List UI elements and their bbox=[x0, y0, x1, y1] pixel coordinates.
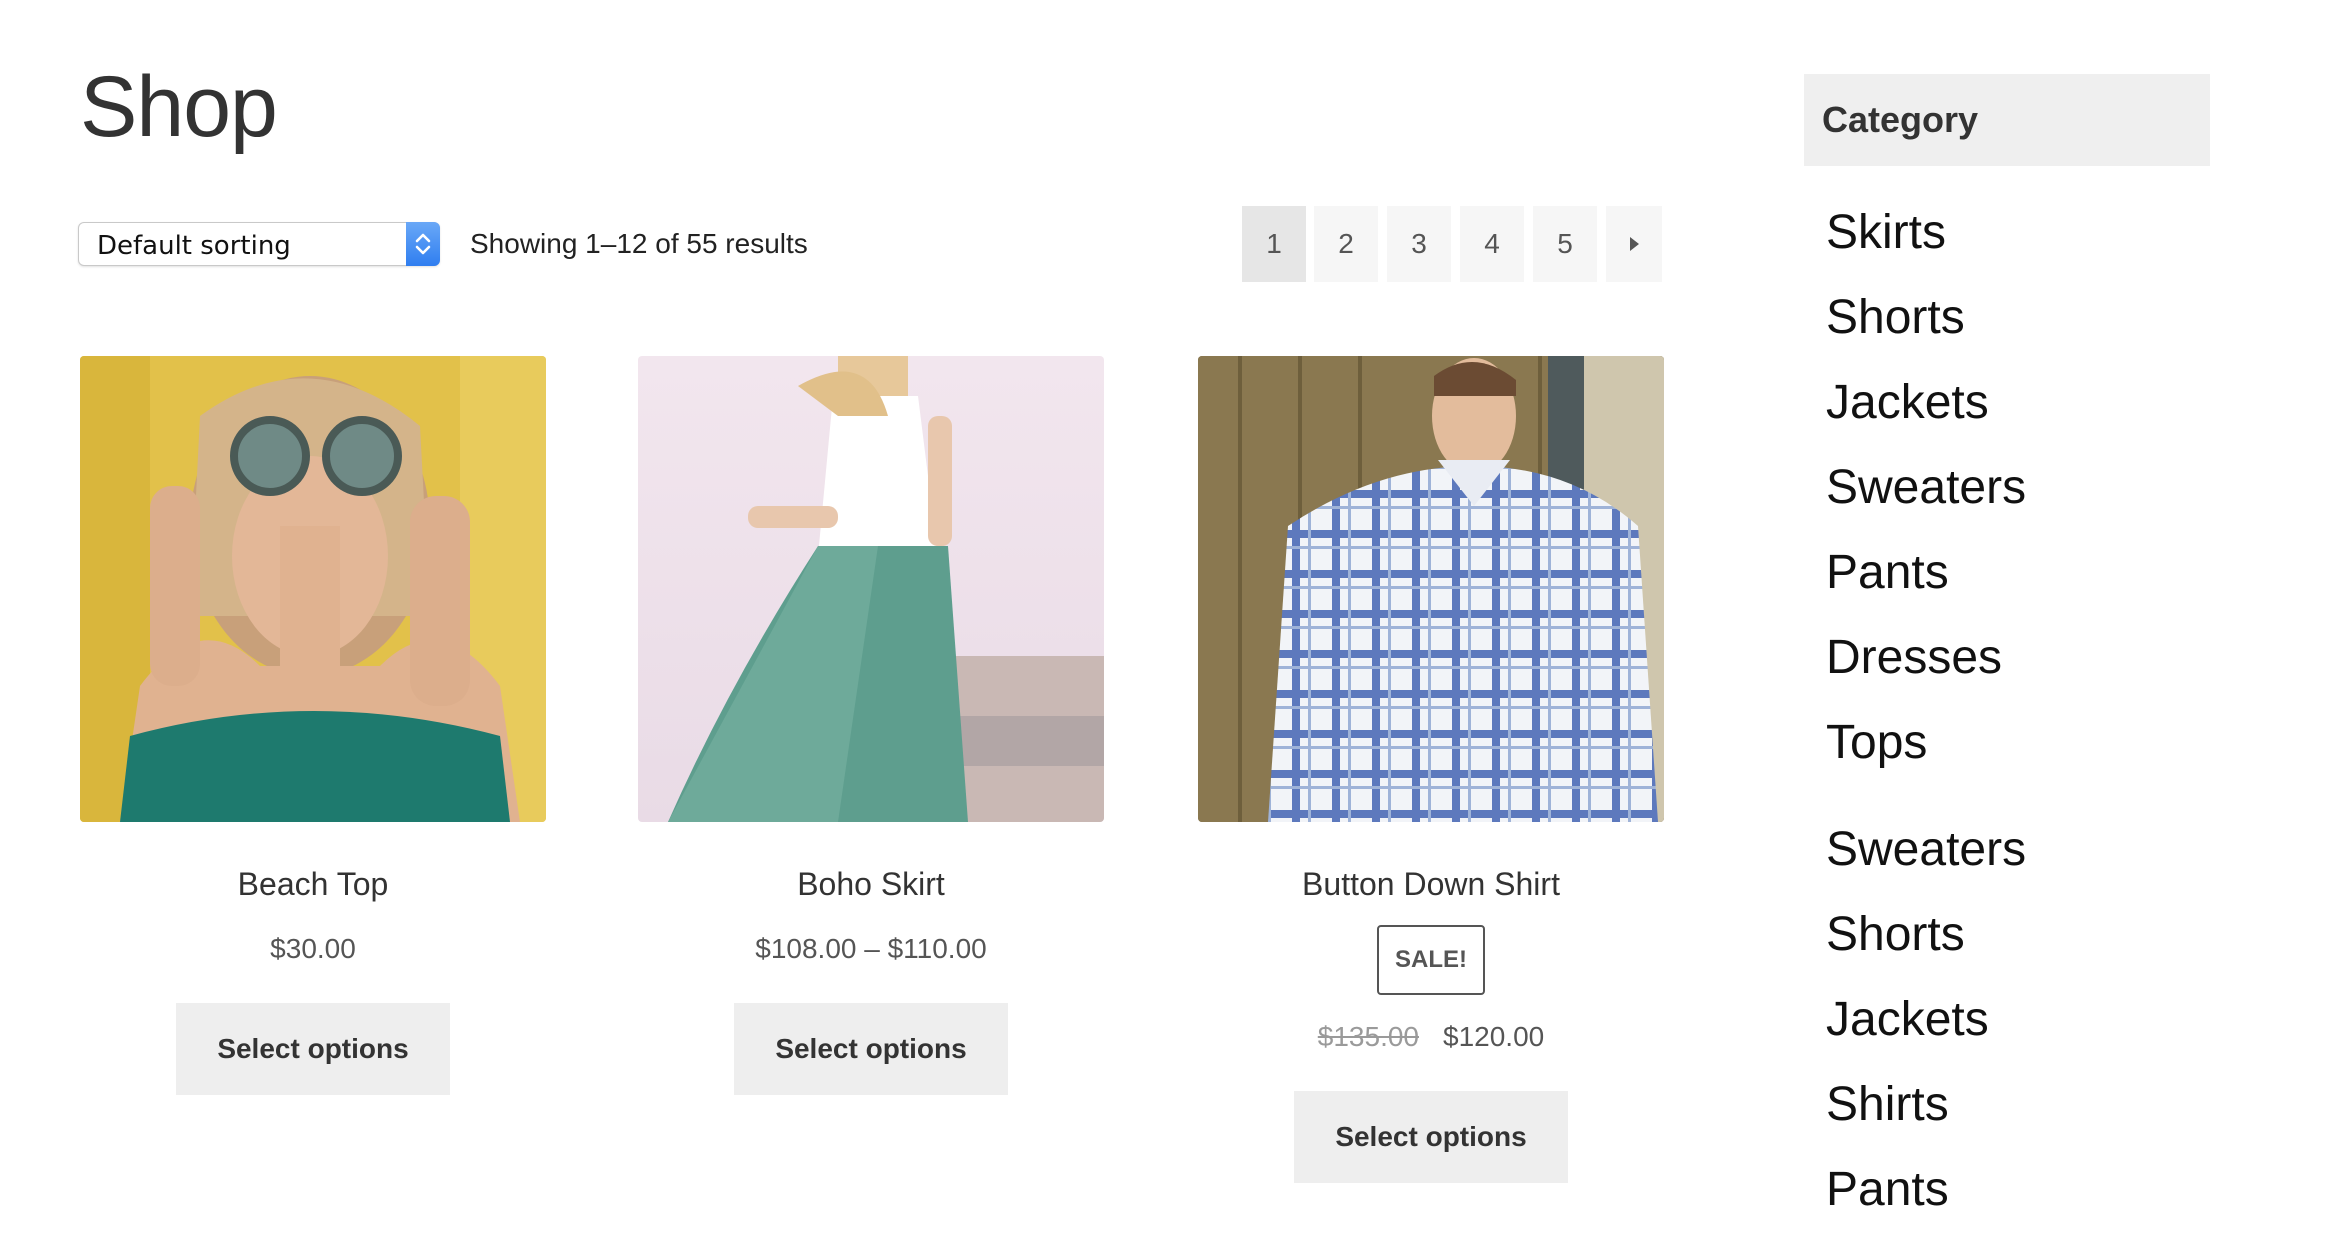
page-title: Shop bbox=[80, 59, 278, 155]
category-link[interactable]: Shorts bbox=[1804, 275, 2210, 360]
product-image-boho-skirt[interactable] bbox=[638, 356, 1104, 822]
sidebar: Category Skirts Shorts Jackets Sweaters … bbox=[1804, 74, 2210, 1232]
product-card-beach-top: Beach Top $30.00 Select options bbox=[80, 356, 546, 1095]
category-link[interactable]: Skirts bbox=[1804, 190, 2210, 275]
page-4-link[interactable]: 4 bbox=[1460, 206, 1524, 282]
page-3-link[interactable]: 3 bbox=[1387, 206, 1451, 282]
product-image-beach-top[interactable] bbox=[80, 356, 546, 822]
page-1-current: 1 bbox=[1242, 206, 1306, 282]
shop-toolbar: Default sorting Showing 1–12 of 55 resul… bbox=[78, 206, 1668, 290]
page-5-link[interactable]: 5 bbox=[1533, 206, 1597, 282]
product-card-button-down-shirt: Button Down Shirt SALE! $135.00 $120.00 S… bbox=[1198, 356, 1664, 1183]
shop-page: Shop Default sorting Showing 1–12 of 55 … bbox=[0, 0, 2332, 1258]
product-name[interactable]: Button Down Shirt bbox=[1198, 866, 1664, 903]
select-arrows-icon bbox=[406, 222, 440, 266]
category-link[interactable]: Sweaters bbox=[1804, 807, 2210, 892]
product-price: $108.00 – $110.00 bbox=[755, 933, 987, 964]
result-count: Showing 1–12 of 55 results bbox=[470, 228, 808, 259]
sale-badge: SALE! bbox=[1377, 925, 1485, 995]
original-price: $135.00 bbox=[1317, 1021, 1419, 1052]
sort-select[interactable]: Default sorting bbox=[78, 222, 440, 266]
select-options-button[interactable]: Select options bbox=[734, 1003, 1008, 1095]
sidebar-heading: Category bbox=[1804, 74, 2210, 166]
product-name[interactable]: Boho Skirt bbox=[638, 866, 1104, 903]
category-link[interactable]: Tops bbox=[1804, 700, 2210, 785]
category-link[interactable]: Dresses bbox=[1804, 615, 2210, 700]
product-price: $30.00 bbox=[270, 933, 356, 964]
select-options-button[interactable]: Select options bbox=[1294, 1091, 1568, 1183]
category-link[interactable]: Pants bbox=[1804, 530, 2210, 615]
category-link[interactable]: Sweaters bbox=[1804, 445, 2210, 530]
next-page-button[interactable] bbox=[1606, 206, 1662, 282]
page-2-link[interactable]: 2 bbox=[1314, 206, 1378, 282]
arrow-right-icon bbox=[1630, 237, 1639, 251]
category-list: Skirts Shorts Jackets Sweaters Pants Dre… bbox=[1804, 190, 2210, 785]
category-link[interactable]: Shirts bbox=[1804, 1062, 2210, 1147]
category-link[interactable]: Pants bbox=[1804, 1147, 2210, 1232]
product-card-boho-skirt: Boho Skirt $108.00 – $110.00 Select opti… bbox=[638, 356, 1104, 1095]
category-list-secondary: Sweaters Shorts Jackets Shirts Pants bbox=[1804, 807, 2210, 1232]
product-image-button-down-shirt[interactable] bbox=[1198, 356, 1664, 822]
category-link[interactable]: Jackets bbox=[1804, 360, 2210, 445]
sale-price: $120.00 bbox=[1443, 1021, 1545, 1052]
product-name[interactable]: Beach Top bbox=[80, 866, 546, 903]
sort-select-value: Default sorting bbox=[97, 231, 291, 261]
category-link[interactable]: Jackets bbox=[1804, 977, 2210, 1062]
select-options-button[interactable]: Select options bbox=[176, 1003, 450, 1095]
product-price: $135.00 $120.00 bbox=[1198, 1021, 1664, 1053]
category-link[interactable]: Shorts bbox=[1804, 892, 2210, 977]
